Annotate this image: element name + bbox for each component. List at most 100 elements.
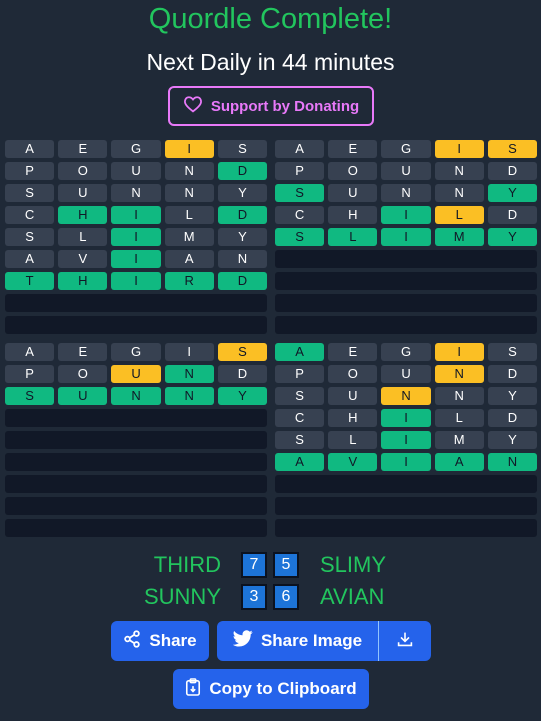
game-board-top-right: AEGISPOUNDSUNNYCHILDSLIMY (275, 140, 538, 334)
letter-tile-gray: N (434, 387, 484, 405)
empty-row (5, 409, 267, 427)
letter-tile-gray: S (275, 431, 325, 449)
letter-tile-gray: C (5, 206, 55, 224)
letter-tile-gray: V (58, 250, 108, 268)
letter-tile-green: I (111, 250, 161, 268)
letter-tile-yellow: I (434, 140, 484, 158)
guess-row: AEGIS (5, 140, 268, 158)
letter-tile-gray: G (381, 140, 431, 158)
letter-tile-gray: D (487, 409, 538, 427)
empty-row (275, 497, 537, 515)
letter-tile-yellow: N (381, 387, 431, 405)
empty-row (275, 316, 537, 334)
guess-row: AVIAN (275, 453, 538, 471)
guess-row: POUND (275, 365, 538, 383)
guess-row: SLIMY (275, 431, 538, 449)
letter-tile-gray: L (58, 228, 108, 246)
letter-tile-gray: G (381, 343, 431, 361)
guess-row: SLIMY (275, 228, 538, 246)
letter-tile-gray: H (328, 206, 378, 224)
guess-row: THIRD (5, 272, 268, 290)
letter-tile-yellow: I (434, 343, 484, 361)
letter-tile-gray: E (58, 140, 108, 158)
guess-row: AEGIS (275, 140, 538, 158)
empty-row (275, 519, 537, 537)
letter-tile-gray: O (58, 162, 108, 180)
page-title: Quordle Complete! (148, 3, 393, 35)
guess-row: POUND (275, 162, 538, 180)
letter-tile-gray: A (5, 250, 55, 268)
next-daily-countdown: Next Daily in 44 minutes (146, 49, 395, 75)
letter-tile-green: V (328, 453, 378, 471)
solved-word: SLIMY (320, 552, 387, 577)
letter-tile-green: I (381, 206, 431, 224)
letter-tile-gray: Y (217, 228, 268, 246)
letter-tile-gray: Y (217, 184, 268, 202)
letter-tile-gray: O (328, 365, 378, 383)
download-button[interactable] (379, 621, 431, 661)
letter-tile-green: S (275, 228, 325, 246)
download-icon (397, 631, 413, 652)
letter-tile-gray: N (164, 184, 214, 202)
letter-tile-green: U (58, 387, 108, 405)
empty-row (275, 475, 537, 493)
letter-tile-green: Y (487, 184, 538, 202)
letter-tile-green: I (381, 431, 431, 449)
results-row: THIRD 7 5 SLIMY (0, 551, 541, 579)
letter-tile-gray: N (111, 184, 161, 202)
letter-tile-gray: C (275, 206, 325, 224)
letter-tile-green: Y (217, 387, 268, 405)
clipboard-icon (185, 677, 201, 701)
letter-tile-yellow: L (434, 206, 484, 224)
share-button[interactable]: Share (111, 621, 209, 661)
share-image-label: Share Image (260, 631, 363, 650)
letter-tile-green: I (111, 206, 161, 224)
letter-tile-green: I (111, 228, 161, 246)
letter-tile-gray: N (381, 184, 431, 202)
letter-tile-gray: U (381, 162, 431, 180)
letter-tile-gray: N (217, 250, 268, 268)
share-image-button[interactable]: Share Image (217, 621, 379, 661)
guess-row: CHILD (5, 206, 268, 224)
guess-row: CHILD (275, 409, 538, 427)
letter-tile-gray: G (111, 140, 161, 158)
letter-tile-gray: N (434, 162, 484, 180)
letter-tile-gray: H (328, 409, 378, 427)
heart-icon (183, 95, 203, 117)
letter-tile-green: I (381, 409, 431, 427)
letter-tile-gray: L (328, 431, 378, 449)
letter-tile-gray: D (217, 365, 268, 383)
copy-to-clipboard-button[interactable]: Copy to Clipboard (173, 669, 369, 709)
empty-row (5, 475, 267, 493)
results-row: SUNNY 3 6 AVIAN (0, 583, 541, 611)
letter-tile-gray: P (5, 162, 55, 180)
letter-tile-green: D (217, 272, 268, 290)
donate-label: Support by Donating (210, 97, 360, 115)
letter-tile-gray: U (58, 184, 108, 202)
letter-tile-green: N (164, 365, 214, 383)
letter-tile-gray: C (275, 409, 325, 427)
letter-tile-gray: D (487, 162, 538, 180)
letter-tile-gray: E (328, 140, 378, 158)
donate-button[interactable]: Support by Donating (168, 86, 374, 126)
letter-tile-gray: I (164, 343, 214, 361)
clipboard-label: Copy to Clipboard (209, 679, 357, 698)
letter-tile-gray: L (164, 206, 214, 224)
letter-tile-gray: O (328, 162, 378, 180)
empty-row (275, 250, 537, 268)
share-nodes-icon (123, 629, 141, 653)
letter-tile-gray: Y (487, 387, 538, 405)
letter-tile-green: A (434, 453, 484, 471)
empty-row (275, 294, 537, 312)
letter-tile-green: R (164, 272, 214, 290)
guess-row: SUNNY (5, 387, 268, 405)
solved-word: THIRD (153, 552, 221, 577)
letter-tile-yellow: S (217, 343, 268, 361)
solved-word: AVIAN (320, 584, 385, 609)
letter-tile-green: H (58, 206, 108, 224)
letter-tile-gray: A (5, 343, 55, 361)
letter-tile-gray: G (111, 343, 161, 361)
letter-tile-green: T (5, 272, 55, 290)
guess-count-badge: 5 (273, 552, 299, 578)
guess-count-badge: 6 (273, 584, 299, 610)
